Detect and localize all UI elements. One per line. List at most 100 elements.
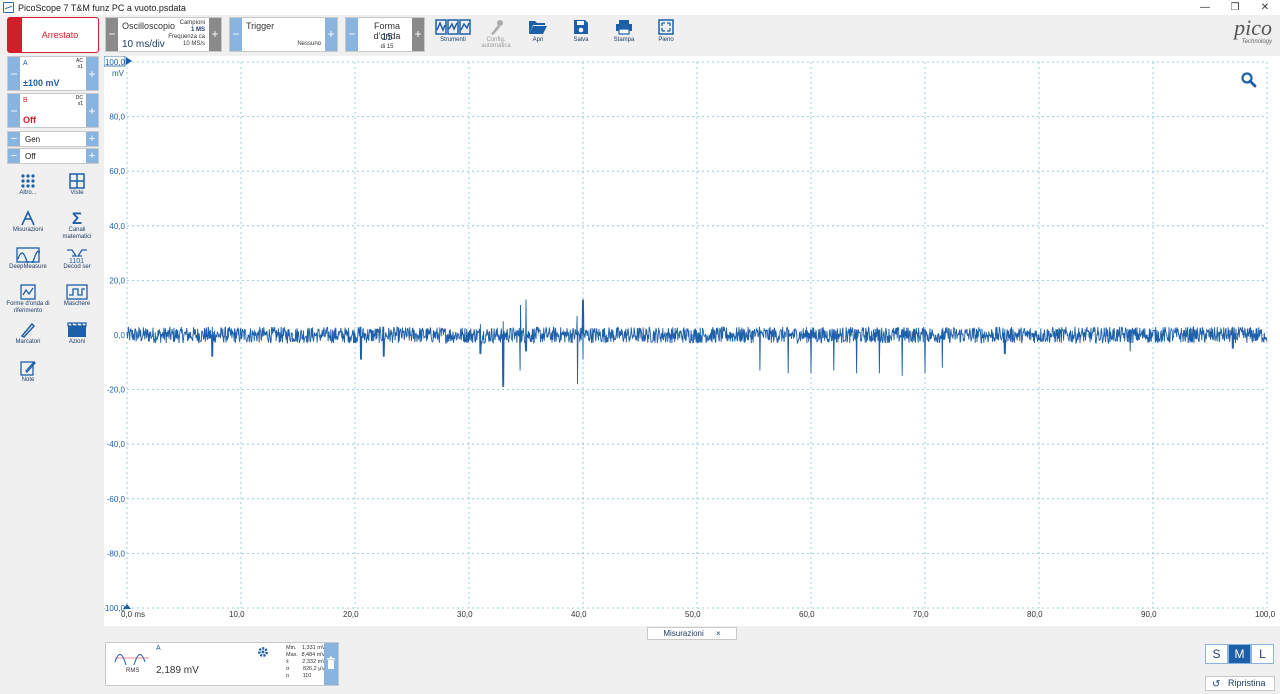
auto-setup-icon [475, 17, 517, 37]
channel-b-control[interactable]: − B DC x1 Off + [7, 93, 99, 128]
folder-open-icon [517, 17, 559, 37]
views-button[interactable]: Viste [54, 172, 100, 197]
measurement-type: RMS [126, 668, 140, 674]
measurements-button[interactable]: Misurazioni [5, 209, 51, 234]
gear-icon[interactable] [257, 645, 269, 663]
picoscope-app-icon [3, 2, 14, 13]
save-button[interactable]: Salva [560, 17, 602, 43]
channel-a-name: A [23, 60, 28, 67]
open-button[interactable]: Apri [517, 17, 559, 43]
zoom-tool-icon[interactable] [1241, 72, 1257, 88]
print-button[interactable]: Stampa [603, 17, 645, 43]
waveform-index[interactable]: 15 [360, 32, 414, 43]
actions-icon [54, 321, 100, 339]
serial-decode-button[interactable]: 1101 Decod ser [54, 246, 100, 271]
size-s-button[interactable]: S [1205, 644, 1228, 664]
size-m-button[interactable]: M [1228, 644, 1251, 664]
channel-b-name: B [23, 97, 28, 104]
instruments-button[interactable]: Strumenti [432, 17, 474, 43]
waveform-buffer-control: − Forma d'onda 15 di 15 + [345, 17, 425, 52]
waveform-count: di 15 [380, 44, 394, 50]
measurement-card[interactable]: RMS A 2,189 mV Min. 1,331 mV Max. 8,484 … [105, 642, 339, 686]
channel-a-control[interactable]: − A AC x1 ±100 mV + [7, 56, 99, 91]
timebase-decrease-button[interactable]: − [106, 18, 118, 51]
trigger-label: Trigger [246, 21, 275, 31]
close-icon[interactable]: × [716, 629, 721, 638]
x-axis: 0,0 ms 10,0 20,0 30,0 40,0 50,0 60,0 70,0 80,0 90… [121, 604, 1276, 619]
channel-b-range[interactable]: Off [23, 115, 36, 125]
notes-button[interactable]: Note [5, 359, 51, 384]
trigger-increase-button[interactable]: + [325, 18, 337, 51]
pico-technology-logo: pico Technology [1234, 15, 1272, 46]
channel-a-range-decrease-button[interactable]: − [8, 57, 20, 90]
run-stop-button[interactable]: Arrestato [7, 17, 99, 53]
math-channels-icon: Σ [71, 208, 83, 228]
generator-state-increase-button[interactable]: + [86, 149, 98, 163]
deepmeasure-button[interactable]: DeepMeasure [5, 246, 51, 271]
generator-name[interactable]: Gen [25, 135, 40, 144]
channel-a-range-increase-button[interactable]: + [86, 57, 98, 90]
close-icon[interactable]: ✕ [1250, 2, 1280, 13]
measurements-icon [5, 209, 51, 227]
restore-icon[interactable]: ❐ [1220, 2, 1250, 13]
x-tick-label: 50,0 [685, 610, 701, 619]
fullscreen-icon [645, 17, 687, 37]
samples-value[interactable]: 1 MS [168, 27, 205, 34]
trigger-control: − Trigger Nessuno + [229, 17, 338, 52]
reset-button[interactable]: ↺ Ripristina [1205, 676, 1275, 691]
rms-waveform-icon [114, 647, 150, 670]
channel-b-probe: x1 [77, 101, 83, 107]
measurement-value: 2,189 mV [156, 665, 199, 676]
sidebar: − A AC x1 ±100 mV + − B DC x1 Off + − Ge… [0, 56, 104, 636]
scope-view[interactable]: 100,0 80,0 60,0 40,0 20,0 0,0 -20,0 -40,0 -60,0 -… [102, 55, 1280, 626]
generator-state-decrease-button[interactable]: − [8, 149, 20, 163]
y-unit-label: mV [112, 69, 125, 78]
masks-button[interactable]: Maschere [54, 283, 100, 308]
channel-b-range-increase-button[interactable]: + [86, 94, 98, 127]
channel-a-range[interactable]: ±100 mV [23, 78, 59, 88]
sample-rate-label: Frequenza ca [168, 34, 205, 40]
actions-button[interactable]: Azioni [54, 321, 100, 346]
oscilloscope-chart[interactable]: 100,0 80,0 60,0 40,0 20,0 0,0 -20,0 -40,0 -60,0 -… [102, 55, 1280, 626]
x-tick-label: 30,0 [457, 610, 473, 619]
instruments-label: Strumenti [440, 37, 466, 43]
x-tick-label: 100,0 [1255, 610, 1276, 619]
reference-waveforms-button[interactable]: Forme d'onda di riferimento [5, 283, 51, 315]
y-tick-label: 20,0 [109, 276, 125, 285]
reference-waveforms-icon [5, 283, 51, 301]
minimize-icon[interactable]: — [1190, 2, 1220, 13]
math-channels-button[interactable]: Σ Canali matematici [54, 209, 100, 241]
measurements-tab[interactable]: Misurazioni × [647, 627, 737, 640]
rulers-button[interactable]: Marcatori [5, 321, 51, 346]
fullscreen-button[interactable]: Pieno [645, 17, 687, 43]
x-tick-label: 20,0 [343, 610, 359, 619]
title-bar: PicoScope 7 T&M funz PC a vuoto.psdata —… [0, 0, 1280, 15]
generator-increase-button[interactable]: + [86, 132, 98, 146]
waveform-next-button[interactable]: + [412, 18, 424, 51]
trash-icon [327, 656, 335, 669]
delete-measurement-button[interactable] [324, 643, 338, 685]
y-tick-label: -80,0 [107, 549, 126, 558]
generator-state[interactable]: Off [25, 152, 36, 161]
notes-icon [5, 359, 51, 377]
measurement-channel: A [156, 645, 161, 652]
timebase-value[interactable]: 10 ms/div [122, 39, 165, 50]
y-tick-label: -20,0 [107, 386, 126, 395]
channel-b-range-decrease-button[interactable]: − [8, 94, 20, 127]
trigger-decrease-button[interactable]: − [230, 18, 242, 51]
y-tick-label: 40,0 [109, 222, 125, 231]
open-label: Apri [532, 37, 544, 43]
auto-setup-button[interactable]: Config. automatica [475, 17, 517, 49]
y-tick-label: 0,0 [114, 331, 126, 340]
run-stop-label: Arrestato [41, 30, 79, 40]
save-icon [560, 17, 602, 37]
print-icon [603, 17, 645, 37]
size-l-button[interactable]: L [1251, 644, 1274, 664]
more-button[interactable]: Altro... [5, 172, 51, 197]
waveform-previous-button[interactable]: − [346, 18, 358, 51]
timebase-increase-button[interactable]: + [209, 18, 221, 51]
trigger-mode-value[interactable]: Nessuno [297, 41, 321, 48]
rulers-icon [5, 321, 51, 339]
generator-decrease-button[interactable]: − [8, 132, 20, 146]
generator-state-row: − Off + [7, 148, 99, 164]
